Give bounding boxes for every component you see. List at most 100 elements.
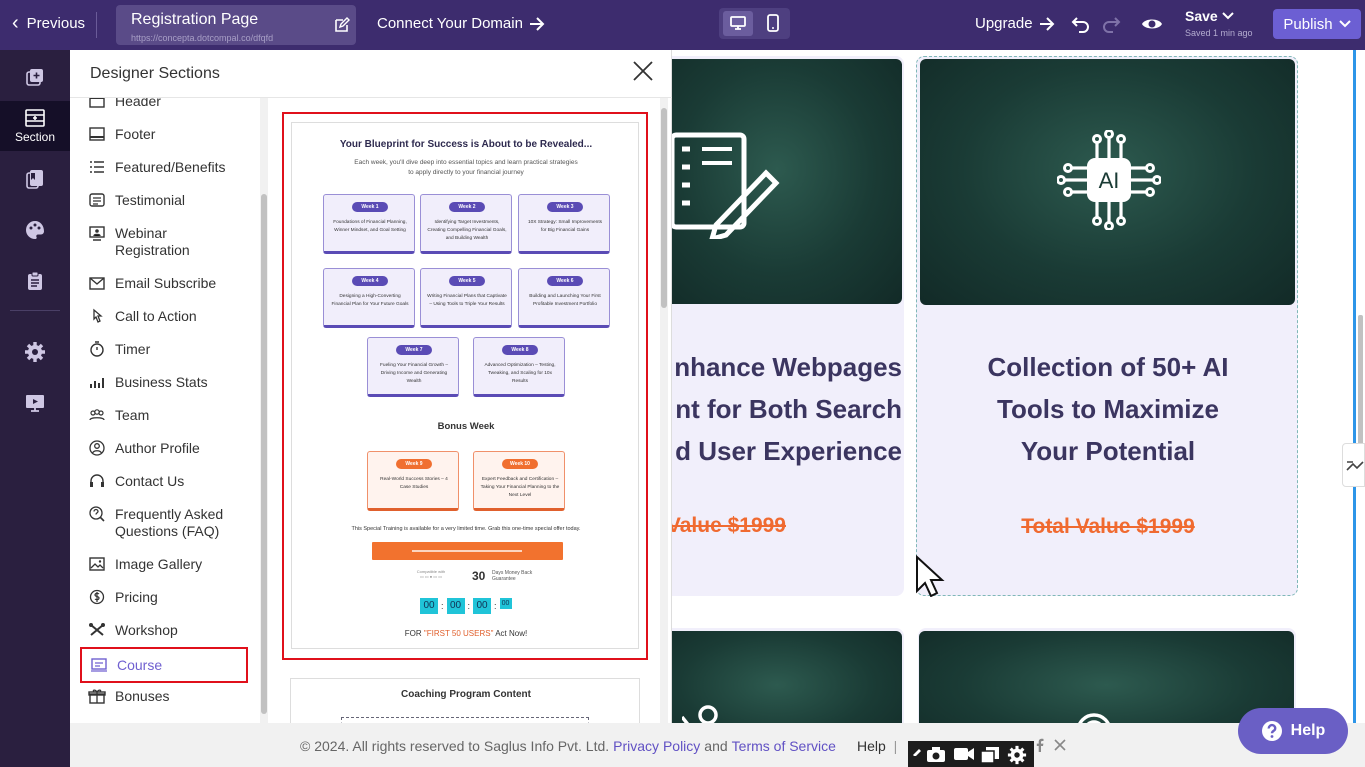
card-image: AI <box>920 59 1295 305</box>
video-icon[interactable] <box>953 747 975 761</box>
rail-pages[interactable] <box>0 52 70 102</box>
x-twitter-icon[interactable] <box>1054 739 1066 751</box>
week-desc: Writing Financial Plans that Captivate –… <box>427 294 507 307</box>
recording-toolbar <box>908 741 1034 767</box>
sections-scrollbar[interactable] <box>260 98 268 723</box>
card-title: Collection of 50+ AI Tools to Maximize Y… <box>917 346 1299 472</box>
section-item-gallery[interactable]: Image Gallery <box>88 556 202 573</box>
ai-chip-icon: AI <box>1057 130 1161 230</box>
feature-card[interactable] <box>672 628 904 723</box>
redo-icon[interactable] <box>1101 14 1121 34</box>
left-rail: Section <box>0 50 70 767</box>
section-item-author[interactable]: Author Profile <box>88 440 200 457</box>
section-item-testimonial[interactable]: Testimonial <box>88 192 185 209</box>
person-icon <box>682 705 718 723</box>
week-desc: Foundations of Financial Planning, Winne… <box>333 220 407 233</box>
feature-card[interactable] <box>918 628 1296 723</box>
canvas-scrollbar[interactable] <box>1353 50 1365 723</box>
saved-status: Saved 1 min ago <box>1185 28 1253 38</box>
edit-icon[interactable] <box>334 17 350 33</box>
section-item-pricing[interactable]: Pricing <box>88 589 158 606</box>
connect-domain-link[interactable]: Connect Your Domain <box>377 15 545 32</box>
preview-eye-icon[interactable] <box>1141 14 1163 34</box>
section-item-footer[interactable]: Footer <box>88 126 155 143</box>
footer-help-link[interactable]: Help | <box>857 738 897 754</box>
card-image <box>672 59 902 304</box>
rail-preview[interactable] <box>0 378 70 428</box>
rail-section[interactable]: Section <box>0 101 70 151</box>
page-canvas: nhance Webpages nt for Both Search d Use… <box>672 50 1353 723</box>
section-item-label: Team <box>115 407 150 423</box>
card-title: nhance Webpages nt for Both Search d Use… <box>672 346 902 472</box>
section-item-label: Course <box>117 656 163 673</box>
course-section-preview[interactable]: Your Blueprint for Success is About to b… <box>282 112 648 660</box>
week-badge: Week 1 <box>352 202 388 212</box>
feature-card[interactable]: nhance Webpages nt for Both Search d Use… <box>672 56 904 596</box>
rail-forms[interactable] <box>0 256 70 306</box>
page-title-box[interactable]: Registration Page https://concepta.dotco… <box>116 5 356 45</box>
arrow-right-icon <box>529 16 545 31</box>
desktop-view-button[interactable] <box>723 11 753 36</box>
section-item-email[interactable]: Email Subscribe <box>88 275 216 292</box>
section-item-label: Webinar Registration <box>115 225 190 258</box>
ai-chip-label: AI <box>1099 168 1120 193</box>
week-desc: Advanced Optimization – Testing, Tweakin… <box>484 363 556 384</box>
section-item-label: Featured/Benefits <box>115 159 226 175</box>
week-badge: Week 5 <box>449 276 485 286</box>
timer-ms: 00 <box>499 598 512 609</box>
feature-card-selected[interactable]: AI Collection of 50+ AI Tools to Maximiz… <box>916 56 1298 596</box>
card-price: Total Value $1999 <box>1021 515 1195 538</box>
save-button[interactable]: Save <box>1185 8 1234 24</box>
top-bar: ‹ Previous Registration Page https://con… <box>0 0 1365 50</box>
draw-icon[interactable] <box>912 746 922 756</box>
collapse-side-button[interactable] <box>1342 443 1365 487</box>
coaching-title: Coaching Program Content <box>400 689 531 700</box>
user-icon <box>89 440 105 456</box>
card-title-line: nt for Both Search <box>675 394 902 424</box>
guarantee-number: 30 <box>472 569 486 583</box>
mouse-cursor-icon <box>916 555 945 597</box>
week-desc: Building and Launching Your First Profit… <box>529 294 601 307</box>
publish-button[interactable]: Publish <box>1273 9 1361 39</box>
section-item-course[interactable]: Course <box>80 647 248 683</box>
clipboard-icon <box>28 271 42 290</box>
privacy-policy-link[interactable]: Privacy Policy <box>613 738 700 754</box>
rail-templates[interactable] <box>0 154 70 204</box>
gear-icon[interactable] <box>1007 745 1027 765</box>
copy-icon[interactable] <box>980 746 1000 764</box>
first-users-text: FOR "FIRST 50 USERS" Act Now! <box>292 629 640 638</box>
preview-subtitle: Each week, you'll dive deep into essenti… <box>354 159 578 176</box>
mobile-icon[interactable] <box>763 13 783 34</box>
section-item-stats[interactable]: Business Stats <box>88 374 208 391</box>
rail-divider <box>10 310 60 311</box>
camera-icon[interactable] <box>926 746 946 763</box>
previous-button[interactable]: ‹ Previous <box>12 13 85 33</box>
terms-link[interactable]: Terms of Service <box>732 738 836 754</box>
week-card: Week 6 Building and Launching Your First … <box>518 268 610 328</box>
section-item-timer[interactable]: Timer <box>88 341 150 358</box>
preview-cta-button <box>372 542 563 560</box>
upgrade-label: Upgrade <box>975 15 1033 32</box>
section-item-contact[interactable]: Contact Us <box>88 473 184 490</box>
preview-content: Your Blueprint for Success is About to b… <box>291 122 639 649</box>
section-item-team[interactable]: Team <box>88 407 149 424</box>
rail-section-label: Section <box>14 130 56 144</box>
section-item-faq[interactable]: Frequently Asked Questions (FAQ) <box>88 506 235 540</box>
section-item-bonuses[interactable]: Bonuses <box>88 688 169 705</box>
help-button[interactable]: Help <box>1238 708 1348 754</box>
section-item-header[interactable]: Header <box>88 98 161 110</box>
undo-icon[interactable] <box>1071 14 1091 34</box>
preview-scrollbar[interactable] <box>660 98 668 723</box>
card-image <box>919 631 1294 723</box>
section-item-workshop[interactable]: Workshop <box>88 622 178 639</box>
rail-settings[interactable] <box>0 327 70 377</box>
bookmark-icon <box>26 170 43 189</box>
section-item-cta[interactable]: Call to Action <box>88 308 197 325</box>
rail-theme[interactable] <box>0 205 70 255</box>
upgrade-link[interactable]: Upgrade <box>975 15 1055 32</box>
section-item-featured[interactable]: Featured/Benefits <box>88 159 226 176</box>
facebook-icon[interactable] <box>1035 738 1045 752</box>
section-item-webinar[interactable]: Webinar Registration <box>88 225 235 259</box>
week-badge: Week 4 <box>352 276 388 286</box>
close-icon[interactable] <box>632 60 654 82</box>
